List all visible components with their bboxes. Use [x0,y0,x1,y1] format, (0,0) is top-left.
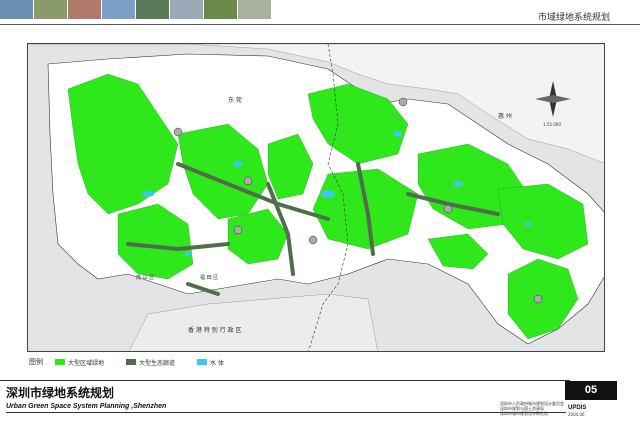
green-space-map: 东 莞 惠 州 香 港 特 别 行 政 区 南 山 区 福 田 区 1:55 0… [27,43,605,352]
map-scale-label: 1:55 000 [543,122,561,127]
header-divider [0,24,640,25]
footer-subrule [6,412,566,413]
legend-swatch-water [197,359,208,365]
map-label-nanshan: 南 山 区 [136,274,154,281]
legend-label-corridor: 大型生态廊道 [139,359,176,367]
header-photo-4 [102,0,136,19]
header-photo-3 [68,0,102,19]
header-photo-5 [136,0,170,19]
legend-label-green: 大型区域绿地 [68,359,105,367]
footer-title-block: 深圳市绿地系统规划 Urban Green Space System Plann… [0,381,640,430]
legend-swatch-green [55,359,65,365]
legend-item-green-space: 大型区域绿地 [55,358,104,367]
legend-item-corridor: 大型生态廊道 [126,358,175,367]
header-photo-6 [170,0,204,19]
map-label-futian: 福 田 区 [200,274,218,281]
header-photo-1 [0,0,34,19]
credit-line-3: 深圳市城市规划设计研究院 [500,411,548,416]
legend-title: 图例 [29,358,43,366]
header-photo-strip [0,0,272,19]
header-photo-2 [34,0,68,19]
map-legend: 图例 大型区域绿地 大型生态廊道 水 体 [29,355,246,369]
legend-label-water: 水 体 [210,359,224,367]
header-photo-8 [238,0,272,19]
footer-title-cn: 深圳市绿地系统规划 [6,386,115,400]
footer-title-en: Urban Green Space System Planning ,Shenz… [6,403,167,410]
legend-item-water: 水 体 [197,358,224,367]
footer-credits: 深圳市人民政府城市规划设计委员会 深圳市规划与国土资源局 深圳市城市规划设计研究… [500,401,564,416]
legend-swatch-corridor [126,359,137,365]
org-logo-text: UPDIS [568,405,587,411]
map-label-hongkong: 香 港 特 别 行 政 区 [188,326,241,334]
map-label-dongguan: 东 莞 [228,96,242,104]
footer-date: 2004.06 [568,412,585,417]
map-label-huizhou: 惠 州 [498,112,512,120]
page-header-title: 市域绿地系统规划 [537,13,610,23]
header-photo-7 [204,0,238,19]
map-canvas: 东 莞 惠 州 香 港 特 别 行 政 区 南 山 区 福 田 区 1:55 0… [28,44,604,351]
hongkong-land [128,293,378,351]
sheet-number: 05 [565,381,617,400]
